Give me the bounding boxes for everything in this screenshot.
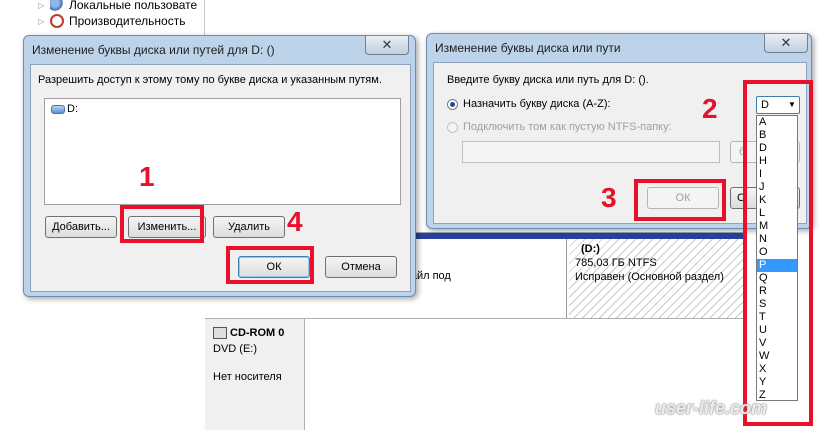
expand-arrow-icon[interactable]: ▷ bbox=[38, 1, 50, 10]
performance-icon bbox=[50, 14, 64, 28]
close-icon: ✕ bbox=[381, 37, 393, 52]
dialog-title: Изменение буквы диска или пути bbox=[435, 41, 621, 55]
cdrom-status: Нет носителя bbox=[213, 371, 282, 383]
cdrom-icon bbox=[213, 327, 227, 339]
volume-letter: (D:) bbox=[581, 243, 600, 255]
step-number-2: 2 bbox=[702, 93, 718, 124]
change-drive-letter-paths-dialog: Изменение буквы диска или путей для D: (… bbox=[23, 35, 416, 297]
dialog-prompt: Введите букву диска или путь для D: (). bbox=[447, 74, 649, 86]
annotation-box-change bbox=[120, 205, 204, 243]
mount-folder-label: Подключить том как пустую NTFS-папку: bbox=[463, 121, 672, 133]
delete-button[interactable]: Удалить bbox=[213, 216, 285, 238]
dialog-description: Разрешить доступ к этому тому по букве д… bbox=[38, 74, 382, 86]
volume-d[interactable]: (D:) 785,03 ГБ NTFS Исправен (Основной р… bbox=[569, 239, 745, 319]
assign-letter-option[interactable]: Назначить букву диска (A-Z): bbox=[447, 98, 611, 110]
list-item[interactable]: D: bbox=[51, 103, 78, 115]
step-number-3: 3 bbox=[601, 182, 617, 213]
annotation-box-ok bbox=[226, 246, 314, 284]
users-icon bbox=[50, 0, 64, 12]
expand-arrow-icon[interactable]: ▷ bbox=[38, 17, 50, 26]
tree-item-label: Производительность bbox=[69, 14, 186, 28]
tree-item-local-users[interactable]: ▷ Локальные пользовате bbox=[38, 0, 197, 13]
cdrom-name: CD-ROM 0 bbox=[230, 327, 285, 339]
step-number-1: 1 bbox=[139, 161, 155, 192]
mount-folder-radio[interactable] bbox=[447, 121, 458, 133]
dialog-title: Изменение буквы диска или путей для D: (… bbox=[32, 43, 275, 57]
folder-path-input[interactable] bbox=[462, 141, 720, 163]
tree-item-performance[interactable]: ▷ Производительность bbox=[38, 13, 185, 29]
cdrom-disk-label[interactable]: CD-ROM 0 DVD (E:) Нет носителя bbox=[205, 318, 305, 430]
volume-status: Исправен (Основной раздел) bbox=[575, 271, 724, 283]
volume-size: 785,03 ГБ NTFS bbox=[575, 257, 657, 269]
cancel-button[interactable]: Отмена bbox=[325, 256, 397, 278]
close-button[interactable]: ✕ bbox=[365, 36, 409, 55]
close-button[interactable]: ✕ bbox=[764, 34, 808, 53]
drive-icon bbox=[51, 104, 65, 114]
assign-letter-label: Назначить букву диска (A-Z): bbox=[463, 98, 611, 110]
tree-item-label: Локальные пользовате bbox=[69, 0, 198, 12]
cdrom-drive: DVD (E:) bbox=[213, 343, 257, 355]
paths-list[interactable]: D: bbox=[44, 98, 401, 205]
dialog-body: Разрешить доступ к этому тому по букве д… bbox=[30, 64, 411, 292]
close-icon: ✕ bbox=[780, 35, 792, 50]
assign-letter-radio[interactable] bbox=[447, 98, 458, 110]
watermark: user-life.com bbox=[655, 398, 768, 418]
mount-folder-option[interactable]: Подключить том как пустую NTFS-папку: bbox=[447, 121, 672, 133]
annotation-box-letter-list bbox=[743, 80, 813, 426]
add-button[interactable]: Добавить... bbox=[45, 216, 117, 238]
annotation-box-ok-disabled bbox=[634, 179, 726, 221]
step-number-4: 4 bbox=[287, 206, 303, 237]
list-item-label: D: bbox=[67, 103, 78, 115]
